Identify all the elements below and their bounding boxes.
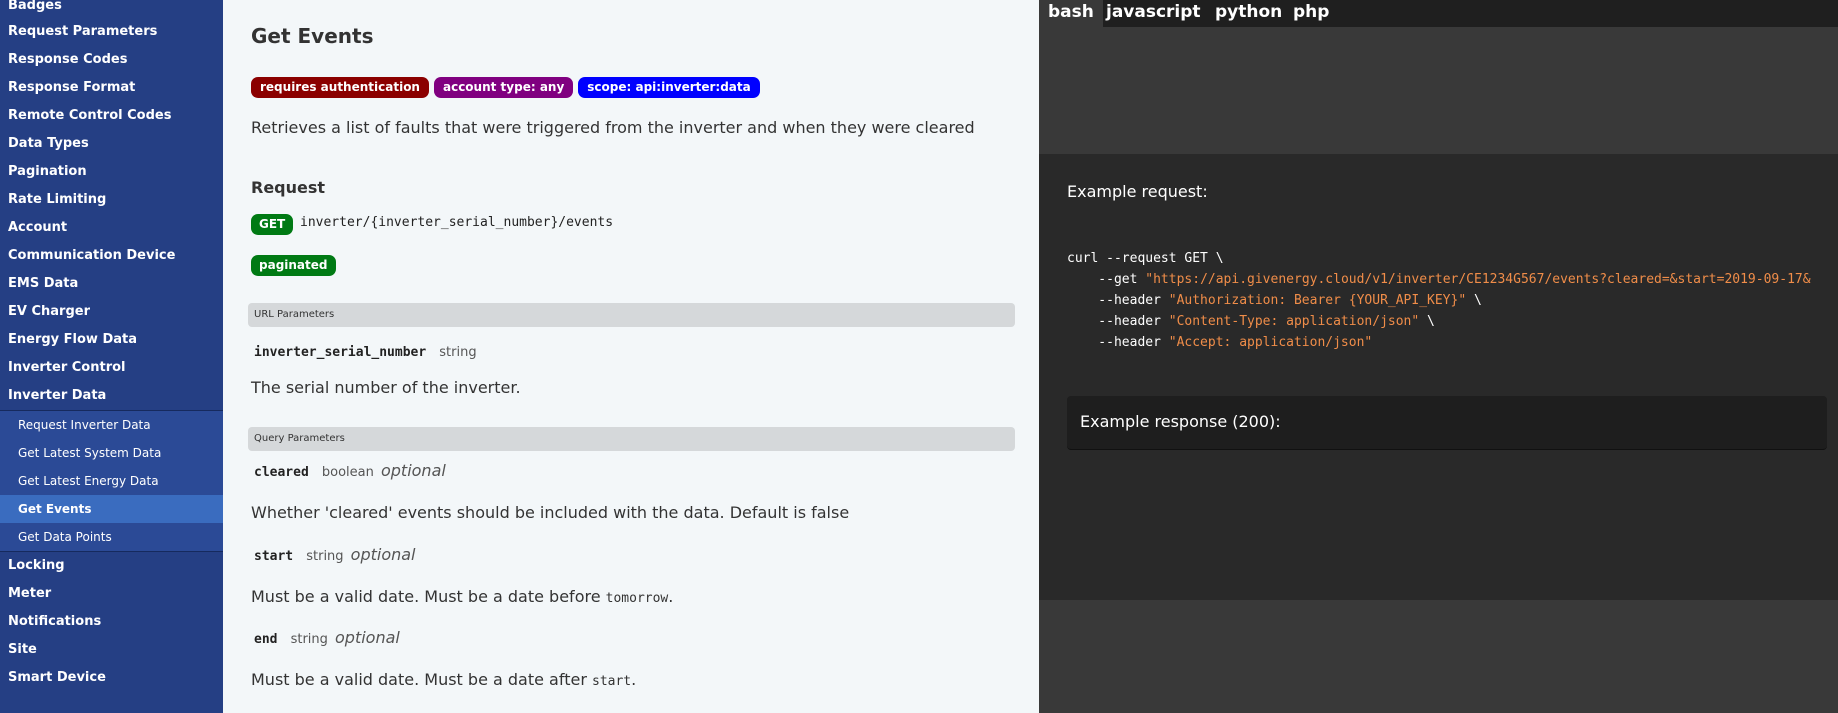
sidebar-item-smart-device[interactable]: Smart Device <box>0 664 223 692</box>
code-example-block: Example request: curl --request GET \ --… <box>1039 154 1838 600</box>
sidebar-item-response-format[interactable]: Response Format <box>0 74 223 102</box>
param-name: end <box>254 632 278 647</box>
param-end: end string optional <box>254 628 400 647</box>
param-start: start string optional <box>254 545 416 564</box>
param-name: cleared <box>254 465 309 480</box>
tab-javascript[interactable]: javascript <box>1097 0 1210 27</box>
code-header-string: "Content-Type: application/json" <box>1168 314 1420 329</box>
sidebar-item-pagination[interactable]: Pagination <box>0 158 223 186</box>
code-flag: --header <box>1067 314 1169 329</box>
endpoint-description: Retrieves a list of faults that were tri… <box>251 118 975 137</box>
sidebar-nav: Badges Request Parameters Response Codes… <box>0 0 223 713</box>
sidebar-item-rate-limiting[interactable]: Rate Limiting <box>0 186 223 214</box>
param-type: string <box>439 345 477 360</box>
description-text: Must be a valid date. Must be a date aft… <box>251 670 592 689</box>
code-flag: --header <box>1067 293 1169 308</box>
sidebar-item-site[interactable]: Site <box>0 636 223 664</box>
param-name: inverter_serial_number <box>254 345 427 360</box>
sidebar-item-energy-flow-data[interactable]: Energy Flow Data <box>0 326 223 354</box>
sidebar-subitem-get-events[interactable]: Get Events <box>0 495 223 523</box>
sidebar-subitem-request-inverter-data[interactable]: Request Inverter Data <box>0 411 223 439</box>
badge-account-type: account type: any <box>433 77 574 98</box>
sidebar-subitem-get-latest-system-data[interactable]: Get Latest System Data <box>0 439 223 467</box>
description-text: Must be a valid date. Must be a date bef… <box>251 587 606 606</box>
code-header-string: "Accept: application/json" <box>1168 335 1373 350</box>
example-request-label: Example request: <box>1067 182 1208 201</box>
code-panel: bash javascript python php Example reque… <box>1039 0 1838 713</box>
sidebar-item-remote-control-codes[interactable]: Remote Control Codes <box>0 102 223 130</box>
sidebar-item-meter[interactable]: Meter <box>0 580 223 608</box>
sidebar-item-inverter-control[interactable]: Inverter Control <box>0 354 223 382</box>
query-parameters-header: Query Parameters <box>248 427 1015 451</box>
sidebar-item-badges[interactable]: Badges <box>0 0 223 18</box>
description-suffix: . <box>631 670 637 689</box>
description-suffix: . <box>668 587 674 606</box>
code-flag: --get <box>1067 272 1146 287</box>
example-response-label: Example response (200): <box>1080 412 1281 431</box>
sidebar-item-inverter-data[interactable]: Inverter Data <box>0 382 223 410</box>
request-heading: Request <box>251 178 326 197</box>
param-optional: optional <box>350 545 416 564</box>
param-type: boolean <box>321 465 374 480</box>
method-badge: GET <box>251 214 294 235</box>
param-type: string <box>306 549 344 564</box>
sidebar-item-locking[interactable]: Locking <box>0 552 223 580</box>
tab-php[interactable]: php <box>1284 0 1338 27</box>
code-line-1: curl --request GET \ <box>1067 251 1224 266</box>
description-code: tomorrow <box>605 591 669 606</box>
tab-bash[interactable]: bash <box>1039 0 1103 27</box>
page-title: Get Events <box>251 24 374 48</box>
badge-requires-authentication: requires authentication <box>251 77 429 98</box>
curl-code[interactable]: curl --request GET \ --get "https://api.… <box>1067 248 1811 353</box>
sidebar-item-ems-data[interactable]: EMS Data <box>0 270 223 298</box>
param-name: start <box>254 549 294 564</box>
param-description: Must be a valid date. Must be a date bef… <box>251 587 673 606</box>
sidebar-item-data-types[interactable]: Data Types <box>0 130 223 158</box>
language-tabs: bash javascript python php <box>1039 0 1838 27</box>
sidebar-subitem-get-latest-energy-data[interactable]: Get Latest Energy Data <box>0 467 223 495</box>
badge-row: requires authentication account type: an… <box>251 77 760 98</box>
sidebar-item-response-codes[interactable]: Response Codes <box>0 46 223 74</box>
sidebar-item-communication-device[interactable]: Communication Device <box>0 242 223 270</box>
sidebar-subnav-inverter-data: Request Inverter Data Get Latest System … <box>0 410 223 552</box>
endpoint-path: inverter/{inverter_serial_number}/events <box>300 215 614 230</box>
code-continuation: \ <box>1466 293 1482 308</box>
sidebar-subitem-get-data-points[interactable]: Get Data Points <box>0 523 223 551</box>
sidebar-item-request-parameters[interactable]: Request Parameters <box>0 18 223 46</box>
param-optional: optional <box>380 461 446 480</box>
param-inverter-serial-number: inverter_serial_number string <box>254 341 477 360</box>
code-url-string: "https://api.givenergy.cloud/v1/inverter… <box>1145 272 1811 287</box>
url-parameters-header: URL Parameters <box>248 303 1015 327</box>
badge-scope: scope: api:inverter:data <box>578 77 760 98</box>
param-cleared: cleared boolean optional <box>254 461 446 480</box>
code-continuation: \ <box>1419 314 1435 329</box>
example-response-box[interactable]: Example response (200): <box>1067 396 1827 450</box>
paginated-badge: paginated <box>251 255 336 276</box>
description-code: start <box>592 674 632 689</box>
param-type: string <box>290 632 328 647</box>
code-header-string: "Authorization: Bearer {YOUR_API_KEY}" <box>1168 293 1467 308</box>
sidebar-item-ev-charger[interactable]: EV Charger <box>0 298 223 326</box>
main-content: Get Events requires authentication accou… <box>223 0 1039 713</box>
param-description: Must be a valid date. Must be a date aft… <box>251 670 636 689</box>
param-description: Whether 'cleared' events should be inclu… <box>251 503 850 522</box>
param-optional: optional <box>335 628 400 647</box>
param-description: The serial number of the inverter. <box>251 378 521 397</box>
sidebar-item-notifications[interactable]: Notifications <box>0 608 223 636</box>
code-flag: --header <box>1067 335 1169 350</box>
sidebar-item-account[interactable]: Account <box>0 214 223 242</box>
tab-python[interactable]: python <box>1206 0 1291 27</box>
